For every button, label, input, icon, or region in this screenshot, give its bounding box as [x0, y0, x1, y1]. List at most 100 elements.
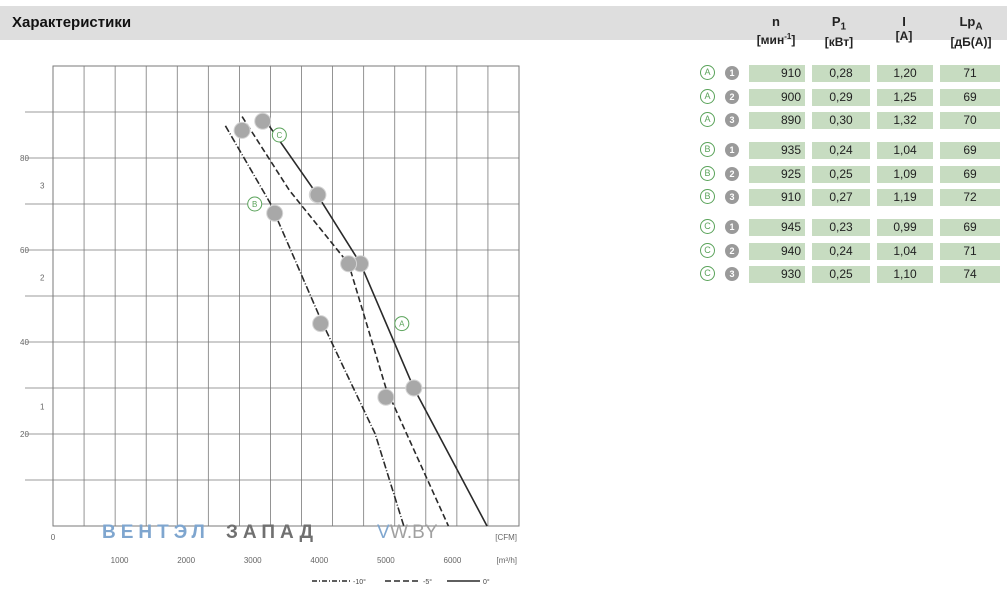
cell-lpa: 69	[940, 219, 1000, 236]
y-tick-label: 40	[20, 338, 29, 347]
operating-point	[309, 186, 327, 204]
cell-i: 0,99	[877, 219, 933, 236]
operating-point	[266, 204, 284, 222]
curve-letter-badge: A	[700, 112, 715, 127]
legend-label-dashdot: -10°	[353, 578, 366, 586]
cell-p1: 0,29	[812, 89, 870, 106]
curve-letter-badge: B	[700, 189, 715, 204]
col-header-i: I [A]	[873, 14, 935, 44]
y-tick-label: 80	[20, 154, 29, 163]
cell-i: 1,25	[877, 89, 933, 106]
cell-p1: 0,30	[812, 112, 870, 129]
table-row: A 2 900 0,29 1,25 69	[700, 89, 1000, 106]
col-header-p1: P1 [кВт]	[808, 14, 870, 50]
col-header-i-name: I	[902, 14, 906, 29]
table-row: C 3 930 0,25 1,10 74	[700, 266, 1000, 283]
cell-n: 900	[749, 89, 805, 106]
operating-point	[340, 255, 358, 273]
cell-lpa: 71	[940, 243, 1000, 260]
page-title: Характеристики	[12, 14, 132, 31]
x-origin-label: 0	[51, 533, 56, 542]
curve-letter-badge: B	[700, 166, 715, 181]
curve-solid	[262, 116, 488, 527]
watermark-part2: ЗАПАД	[226, 522, 318, 543]
point-number-badge: 3	[725, 113, 739, 127]
legend: -10° -5° 0°	[312, 578, 490, 586]
x-tick-label: 6000	[444, 556, 462, 565]
watermark-part4: W.BY	[390, 522, 438, 543]
x-tick-label: 2000	[177, 556, 195, 565]
curve-letter-badge: B	[700, 142, 715, 157]
cell-i: 1,04	[877, 243, 933, 260]
watermark: ВЕНТЭЛ ЗАПАД V W.BY	[102, 522, 438, 543]
point-number-badge: 1	[725, 220, 739, 234]
curve-letter-badge: C	[700, 243, 715, 258]
legend-label-dashed: -5°	[423, 578, 432, 586]
col-header-lpa-name: LpA	[959, 14, 983, 33]
cell-lpa: 70	[940, 112, 1000, 129]
y-tick-inner-label: 2	[40, 274, 45, 283]
curve-letter-badge: A	[700, 65, 715, 80]
operating-point	[312, 315, 330, 333]
cell-n: 910	[749, 65, 805, 82]
col-header-n: n [мин-1]	[745, 14, 807, 48]
point-number-badge: 2	[725, 167, 739, 181]
cell-p1: 0,23	[812, 219, 870, 236]
table-row: C 1 945 0,23 0,99 69	[700, 219, 1000, 236]
operating-point	[233, 121, 251, 139]
cell-lpa: 69	[940, 89, 1000, 106]
curve-label-letter: B	[252, 200, 257, 209]
y-tick-inner-label: 1	[40, 402, 45, 411]
cell-p1: 0,27	[812, 189, 870, 206]
cell-i: 1,19	[877, 189, 933, 206]
table-row: A 3 890 0,30 1,32 70	[700, 112, 1000, 129]
cell-n: 890	[749, 112, 805, 129]
cell-lpa: 74	[940, 266, 1000, 283]
point-number-badge: 1	[725, 143, 739, 157]
table-row: B 3 910 0,27 1,19 72	[700, 189, 1000, 206]
watermark-part1: ВЕНТЭЛ	[102, 522, 210, 543]
legend-label-solid: 0°	[483, 578, 490, 586]
point-number-badge: 3	[725, 190, 739, 204]
point-number-badge: 1	[725, 66, 739, 80]
operating-point	[254, 112, 272, 130]
operating-point	[377, 388, 395, 406]
x-tick-label: 5000	[377, 556, 395, 565]
curve-letter-badge: C	[700, 219, 715, 234]
cell-lpa: 69	[940, 142, 1000, 159]
y-tick-inner-label: 3	[40, 182, 45, 191]
table-row: B 1 935 0,24 1,04 69	[700, 142, 1000, 159]
cell-lpa: 71	[940, 65, 1000, 82]
col-header-p1-name: P1	[831, 14, 847, 33]
curve-letter-badge: A	[700, 89, 715, 104]
x-axis-label-cfm: [CFM]	[495, 533, 517, 542]
col-header-i-unit: [A]	[895, 29, 913, 43]
table-row: A 1 910 0,28 1,20 71	[700, 65, 1000, 82]
cell-i: 1,20	[877, 65, 933, 82]
cell-p1: 0,25	[812, 166, 870, 183]
cell-n: 940	[749, 243, 805, 260]
x-tick-label: 1000	[111, 556, 129, 565]
curve-label-letter: C	[276, 131, 282, 140]
chart-curves	[224, 116, 488, 527]
point-number-badge: 3	[725, 267, 739, 281]
cell-p1: 0,24	[812, 142, 870, 159]
cell-p1: 0,24	[812, 243, 870, 260]
x-tick-label: 4000	[310, 556, 328, 565]
col-header-p1-unit: [кВт]	[824, 34, 854, 49]
curve-letter-badge: C	[700, 266, 715, 281]
table-row: C 2 940 0,24 1,04 71	[700, 243, 1000, 260]
cell-p1: 0,28	[812, 65, 870, 82]
cell-lpa: 72	[940, 189, 1000, 206]
point-number-badge: 2	[725, 244, 739, 258]
cell-i: 1,09	[877, 166, 933, 183]
curve-label-letter: A	[399, 320, 405, 329]
x-tick-label: 3000	[244, 556, 262, 565]
x-axis-label-m3h: [m³/h]	[497, 556, 517, 565]
cell-n: 945	[749, 219, 805, 236]
cell-lpa: 69	[940, 166, 1000, 183]
cell-p1: 0,25	[812, 266, 870, 283]
col-header-n-unit: [мин-1]	[756, 32, 796, 47]
cell-i: 1,32	[877, 112, 933, 129]
point-number-badge: 2	[725, 90, 739, 104]
